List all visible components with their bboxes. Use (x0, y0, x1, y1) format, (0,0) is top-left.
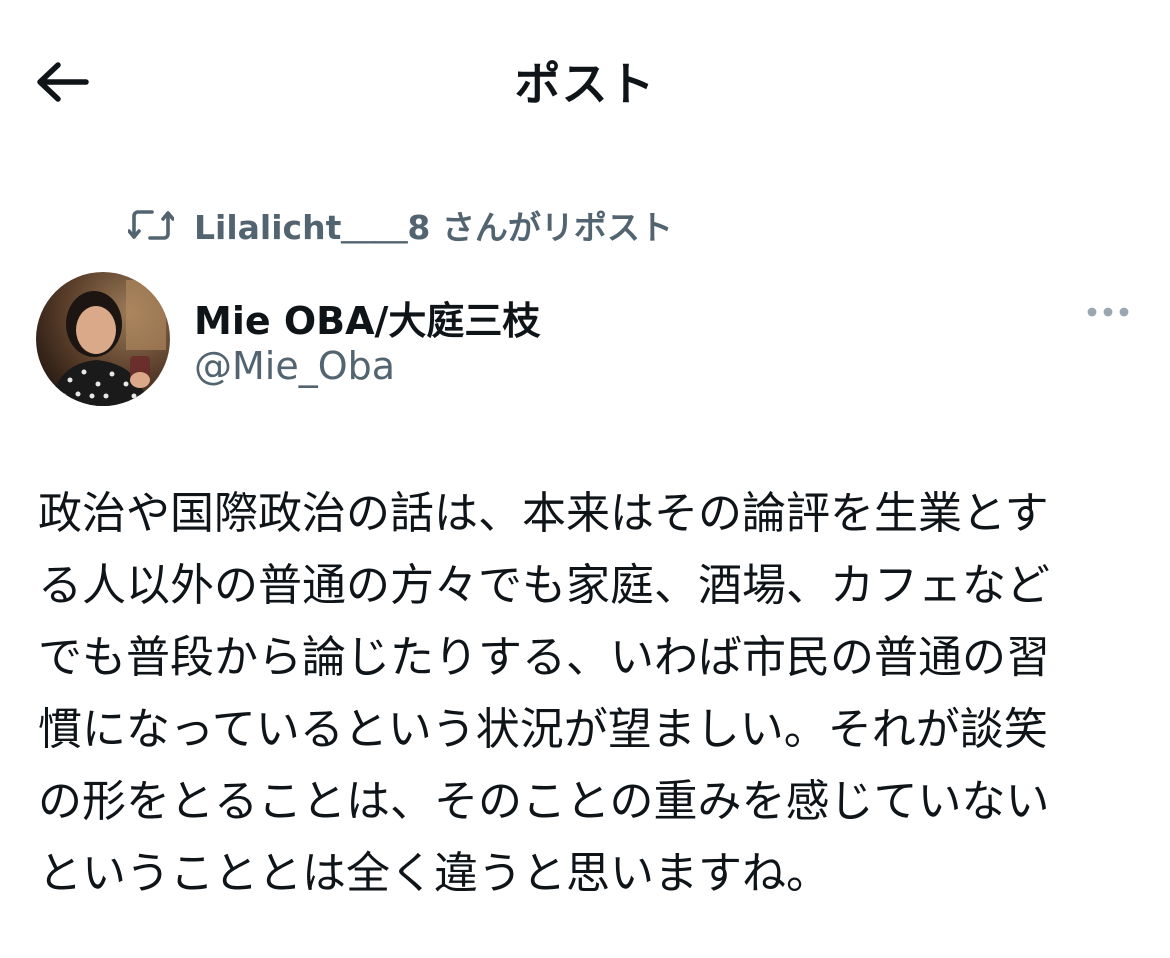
author-handle[interactable]: @Mie_Oba (194, 344, 395, 388)
post-text: 政治や国際政治の話は、本来はその論評を生業とす る人以外の普通の方々でも家庭、酒… (38, 488, 1050, 899)
page-title: ポスト (514, 57, 656, 111)
repost-context: Lilalicht＿＿8 さんがリポスト (128, 200, 673, 250)
repost-text[interactable]: Lilalicht＿＿8 さんがリポスト (194, 201, 673, 249)
avatar[interactable] (36, 272, 170, 406)
repost-icon (128, 205, 178, 245)
more-horizontal-icon (1087, 307, 1129, 317)
more-options-button[interactable] (1080, 296, 1136, 328)
author-name[interactable]: Mie OBA/大庭三枝 (194, 290, 540, 345)
top-bar: ポスト (0, 0, 1170, 160)
post-detail-screen: ポスト Lilalicht＿＿8 さんがリポスト Mie OBA/大庭三枝 @M… (0, 0, 1170, 958)
